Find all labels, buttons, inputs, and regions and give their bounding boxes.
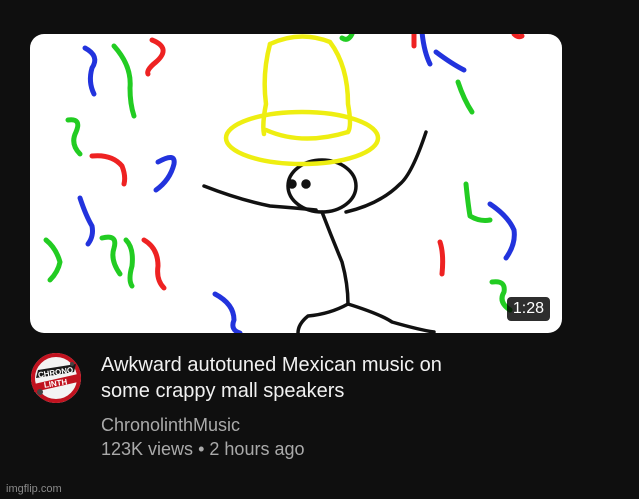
view-count: 123K views bbox=[101, 439, 194, 459]
video-thumbnail[interactable]: 1:28 bbox=[30, 34, 562, 333]
channel-name[interactable]: ChronolinthMusic bbox=[101, 413, 531, 437]
channel-logo-icon: CHRONO LINTH bbox=[31, 353, 81, 403]
channel-avatar[interactable]: CHRONO LINTH bbox=[30, 352, 82, 404]
video-title-line-2: some crappy mall speakers bbox=[101, 380, 345, 402]
video-title-line-1: Awkward autotuned Mexican music on bbox=[101, 354, 442, 376]
stats-separator: • bbox=[198, 439, 205, 459]
video-details: Awkward autotuned Mexican music on some … bbox=[101, 352, 531, 461]
watermark: imgflip.com bbox=[6, 483, 62, 495]
upload-age: 2 hours ago bbox=[209, 439, 305, 459]
thumbnail-drawing bbox=[43, 34, 525, 333]
video-title[interactable]: Awkward autotuned Mexican music on some … bbox=[101, 352, 531, 404]
video-stats: 123K views • 2 hours ago bbox=[101, 437, 531, 461]
video-card[interactable]: 1:28 CHRONO LINTH Awkward autotuned Mexi… bbox=[0, 0, 639, 499]
duration-badge: 1:28 bbox=[506, 297, 550, 321]
